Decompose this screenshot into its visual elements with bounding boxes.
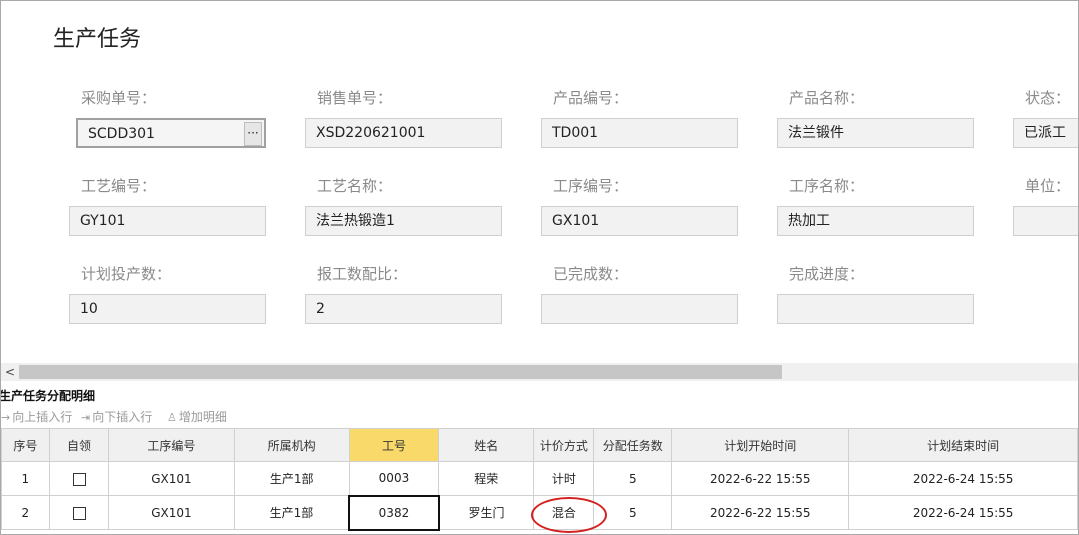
lookup-button[interactable]: ··· [244,122,262,146]
row-no: 2 [1,495,50,530]
insert-below-icon: ⇥ [81,411,91,424]
org-cell[interactable]: 生产1部 [233,495,350,530]
progress-field[interactable] [777,294,974,324]
annotation-circle [531,497,607,533]
report-ratio-field[interactable]: 2 [305,294,502,324]
emp-no-cell[interactable]: 0003 [348,461,440,496]
step-name-label: 工序名称： [789,177,865,195]
col-header-pricing[interactable]: 计价方式 [533,428,595,462]
self-claim-checkbox[interactable] [72,506,86,520]
end-time-cell[interactable]: 2022-6-24 15:55 [848,495,1078,530]
planned-qty-field[interactable]: 10 [69,294,266,324]
name-cell[interactable]: 程荣 [438,461,535,496]
process-name-label: 工艺名称： [317,177,393,195]
add-user-icon: ♙ [167,411,177,424]
report-ratio-label: 报工数配比： [317,265,408,283]
col-header-emp-no[interactable]: 工号 [348,428,440,462]
col-header-self-claim[interactable]: 自领 [48,428,110,462]
product-code-field[interactable]: TD001 [541,118,738,148]
scroll-left-arrow-icon[interactable]: < [5,363,15,381]
sales-no-label: 销售单号： [317,89,393,107]
completed-label: 已完成数： [553,265,629,283]
detail-section-title: 生产任务分配明细 [0,389,96,403]
col-header-start[interactable]: 计划开始时间 [671,428,850,462]
purchase-no-field[interactable]: SCDD301 ··· [76,118,266,148]
emp-no-cell-active[interactable]: 0382 [348,494,440,531]
step-name-field[interactable]: 热加工 [777,206,974,236]
add-detail-button[interactable]: ♙ 增加明细 [167,408,227,425]
start-time-cell[interactable]: 2022-6-22 15:55 [671,495,850,530]
insert-above-icon: → [1,411,11,424]
self-claim-cell[interactable] [48,461,110,496]
completed-field[interactable] [541,294,738,324]
product-code-label: 产品编号： [553,89,629,107]
scrollbar-thumb[interactable] [19,365,782,379]
end-time-cell[interactable]: 2022-6-24 15:55 [848,461,1078,496]
unit-field[interactable] [1013,206,1078,236]
purchase-no-value: SCDD301 [88,126,155,142]
product-name-label: 产品名称： [789,89,865,107]
planned-qty-label: 计划投产数： [81,265,172,283]
unit-label: 单位： [1025,177,1071,195]
insert-above-button[interactable]: → 向上插入行 [1,408,72,425]
col-header-end[interactable]: 计划结束时间 [848,428,1078,462]
status-label: 状态： [1025,89,1071,107]
page-title: 生产任务 [53,27,142,52]
col-header-name[interactable]: 姓名 [438,428,535,462]
step-code-cell[interactable]: GX101 [108,461,235,496]
row-no: 1 [1,461,50,496]
progress-label: 完成进度： [789,265,865,283]
name-cell[interactable]: 罗生门 [438,495,535,530]
window-frame: 生产任务 采购单号： SCDD301 ··· 销售单号： XSD22062100… [0,0,1079,535]
insert-below-button[interactable]: ⇥ 向下插入行 [81,408,152,425]
qty-cell[interactable]: 5 [593,461,673,496]
step-code-label: 工序编号： [553,177,629,195]
sales-no-field[interactable]: XSD220621001 [305,118,502,148]
col-header-step-code[interactable]: 工序编号 [108,428,235,462]
step-code-cell[interactable]: GX101 [108,495,235,530]
process-code-label: 工艺编号： [81,177,157,195]
start-time-cell[interactable]: 2022-6-22 15:55 [671,461,850,496]
horizontal-scrollbar[interactable]: < [1,363,1078,381]
product-name-field[interactable]: 法兰锻件 [777,118,974,148]
process-code-field[interactable]: GY101 [69,206,266,236]
step-code-field[interactable]: GX101 [541,206,738,236]
col-header-no[interactable]: 序号 [1,428,50,462]
pricing-cell[interactable]: 计时 [533,461,595,496]
status-field[interactable]: 已派工 [1013,118,1078,148]
org-cell[interactable]: 生产1部 [233,461,350,496]
table-header-row: 序号 自领 工序编号 所属机构 工号 姓名 计价方式 分配任务数 计划开始时间 … [1,428,1078,462]
col-header-org[interactable]: 所属机构 [233,428,350,462]
table-row[interactable]: 1 GX101 生产1部 0003 程荣 计时 5 2022-6-22 15:5… [1,461,1078,496]
process-name-field[interactable]: 法兰热锻造1 [305,206,502,236]
purchase-no-label: 采购单号： [81,89,157,107]
self-claim-checkbox[interactable] [72,472,86,486]
self-claim-cell[interactable] [48,495,110,530]
col-header-qty[interactable]: 分配任务数 [593,428,673,462]
